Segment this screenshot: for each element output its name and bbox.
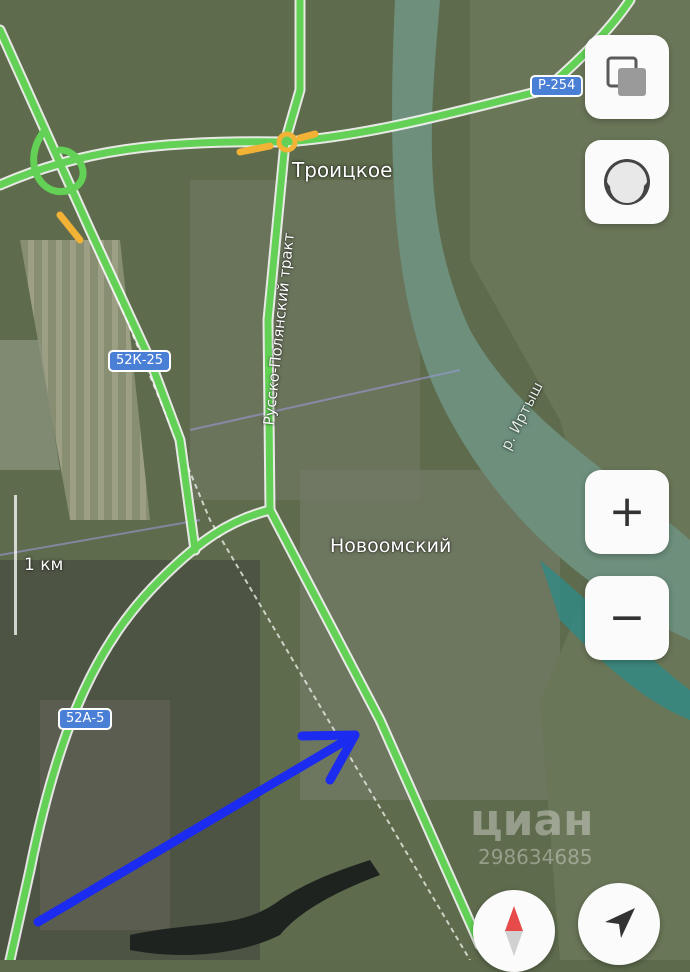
place-label-troitskoe: Троицкое <box>292 158 393 182</box>
road-shield-52k25: 52К-25 <box>108 350 172 372</box>
theme-toggle-button[interactable] <box>585 140 669 224</box>
layers-button[interactable] <box>585 35 669 119</box>
place-label-novoomsky: Новоомский <box>330 535 452 557</box>
watermark-id: 298634685 <box>478 845 593 869</box>
locate-arrow-icon <box>605 908 635 938</box>
watermark-brand: циан <box>470 795 594 846</box>
road-shield-r254: Р-254 <box>530 75 584 97</box>
compass-icon <box>505 906 523 956</box>
layers-icon <box>606 56 646 96</box>
scale-bar <box>14 495 17 635</box>
zoom-in-button[interactable]: + <box>585 470 669 554</box>
theme-toggle-icon <box>604 159 650 205</box>
minus-icon: − <box>608 592 646 643</box>
locate-button[interactable] <box>578 883 660 965</box>
road-shield-52a5: 52А-5 <box>58 708 113 730</box>
scale-label: 1 км <box>24 555 64 575</box>
plus-icon: + <box>608 486 646 537</box>
zoom-out-button[interactable]: − <box>585 576 669 660</box>
